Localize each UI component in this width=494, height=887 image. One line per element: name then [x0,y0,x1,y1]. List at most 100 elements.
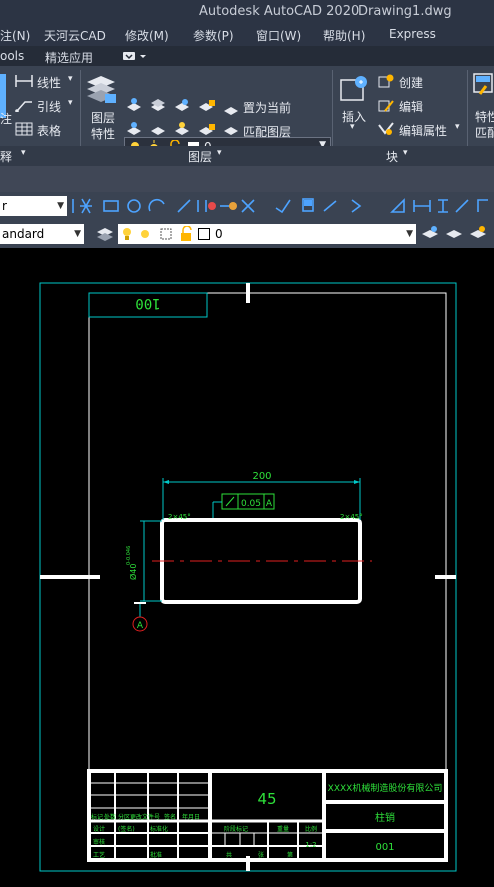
menu-bar: 注(N) 天河云CAD 修改(M) 参数(P) 窗口(W) 帮助(H) Expr… [0,24,494,46]
ribbon-tab-row: ools 精选应用 [0,46,494,66]
chevron-down-icon[interactable]: ▾ [403,148,408,158]
tb-label: 设计 [93,825,105,833]
tb-label: 共 [226,851,232,859]
company-name: XXXX机械制造股份有限公司 [328,782,443,794]
part-name: 柱销 [375,811,395,824]
tb-label: 比例 [305,825,317,833]
diameter-text: Ø40 [128,564,138,580]
drawing-frame [88,292,447,861]
tb-label: 批准 [150,851,162,859]
match-layer-button[interactable]: 匹配图层 [243,123,291,140]
scale-value: 1:2 [305,841,316,849]
chevron-down-icon[interactable]: ▾ [68,98,73,108]
layer-state-icons [123,226,192,241]
title-bar: Autodesk AutoCAD 2020 Drawing1.dwg [0,0,494,24]
layer-toolbar: andard ▼ 0 ▼ [0,220,494,248]
layer-combo-value: 0 [215,227,223,241]
tab-tools[interactable]: ools [0,49,24,63]
layers-panel-title[interactable]: 图层 [188,148,212,165]
chevron-down-icon: ▼ [406,229,413,239]
edit-block-icon [378,100,394,112]
create-block-icon [378,74,394,88]
layer-tools-row1-icons[interactable] [125,97,240,115]
linear-dim-icon [15,75,33,87]
dimstyle-combo-value: andard [2,227,45,241]
create-block-button[interactable]: 创建 [399,74,423,91]
chevron-down-icon[interactable]: ▾ [350,122,355,132]
leader-button[interactable]: 引线 [37,98,61,115]
title-block-number: 45 [257,790,276,808]
properties-label-1: 特性 [475,110,494,124]
style-combo[interactable]: r ▼ [0,196,67,216]
menu-item-modify[interactable]: 修改(M) [125,27,169,44]
tb-label: 重量 [277,825,289,833]
tb-label: 阶段标记 [224,825,248,833]
tolerance-value: 0.05 [241,499,261,509]
layer-tools-row2-icons[interactable] [125,121,240,139]
linear-dim-button[interactable]: 线性 [37,74,61,91]
tb-label: 年月日 [182,813,200,821]
tb-label: 标记 [91,813,103,821]
dimstyle-combo[interactable]: andard ▼ [0,224,84,244]
layer-combo[interactable]: 0 ▼ [118,224,416,244]
file-title: Drawing1.dwg [358,4,452,19]
chevron-down-icon[interactable]: ▾ [455,122,460,132]
dimension-tool-icons[interactable] [70,196,494,216]
menu-item-help[interactable]: 帮助(H) [323,27,365,44]
table-icon [15,122,33,136]
chevron-down-icon: ▼ [57,201,64,211]
text-button-label[interactable]: 注 [0,110,12,127]
layer-properties-icon[interactable] [84,72,118,106]
chevron-down-icon: ▼ [74,229,81,239]
toolbar-gap [0,166,494,192]
match-properties-icon[interactable] [472,72,494,100]
chevron-down-icon[interactable]: ▾ [217,148,222,158]
edit-block-button[interactable]: 编辑 [399,98,423,115]
layer-properties-label-1: 图层 [91,111,116,125]
tb-label: 审核 [93,838,105,846]
chevron-down-icon[interactable]: ▾ [21,148,26,158]
reference-box-text: 100 [135,295,160,311]
width-dimension [162,478,361,520]
tb-label: 分区 [118,813,130,821]
menu-item-parameters[interactable]: 参数(P) [193,27,234,44]
annotation-panel-title[interactable]: 释 [0,148,12,165]
block-panel-title[interactable]: 块 [386,148,398,165]
ribbon-display-toggle[interactable] [122,50,148,62]
chamfer-left-label: 2×45° [168,513,191,521]
tb-label: 签名 [164,813,176,821]
diameter-tolerance-text: 0-0.046 [126,546,132,565]
menu-item-express[interactable]: Express [389,27,436,41]
tab-featured-apps[interactable]: 精选应用 [45,49,93,66]
layer-manager-icon[interactable] [95,224,115,244]
insert-block-icon[interactable] [339,72,371,104]
drawing-svg: 100 200 0.05 A 2×45° 2×45° Ø40 0-0.046 A… [39,282,457,872]
annotation-panel: 注 线性 ▾ 引线 ▾ 表格 [0,66,80,146]
leader-icon [15,101,32,112]
tb-label: 更改文件号 [130,813,160,821]
layer-properties-label-2: 特性 [91,127,116,141]
style-combo-value: r [2,199,7,213]
ribbon-toggle-icon [123,52,146,60]
set-current-layer-button[interactable]: 置为当前 [243,99,291,116]
chevron-down-icon[interactable]: ▾ [68,74,73,84]
datum-label: A [137,621,144,631]
tb-label: 第 [287,851,293,859]
layer-tool-icons[interactable] [420,224,494,244]
tolerance-datum: A [266,499,273,509]
drawing-canvas[interactable]: 100 200 0.05 A 2×45° 2×45° Ø40 0-0.046 A… [0,248,494,887]
menu-item-window[interactable]: 窗口(W) [256,27,301,44]
menu-item-annotate[interactable]: 注(N) [0,27,30,44]
ribbon-panel-footer: 释 ▾ 图层 ▾ 块 ▾ [0,146,494,166]
edit-attributes-button[interactable]: 编辑属性 [399,122,447,139]
dimension-toolbar: r ▼ [0,192,494,220]
tb-label: 工艺 [93,851,105,859]
tb-label: 标准化 [150,825,168,833]
layer-color-swatch [198,228,210,240]
tb-label: (签名) [118,825,135,833]
properties-label-2: 匹配 [475,126,494,140]
edit-attributes-icon [378,122,394,135]
table-button[interactable]: 表格 [37,122,61,139]
menu-item-tianhe-cad[interactable]: 天河云CAD [44,27,106,44]
tb-label: 张 [258,851,264,859]
